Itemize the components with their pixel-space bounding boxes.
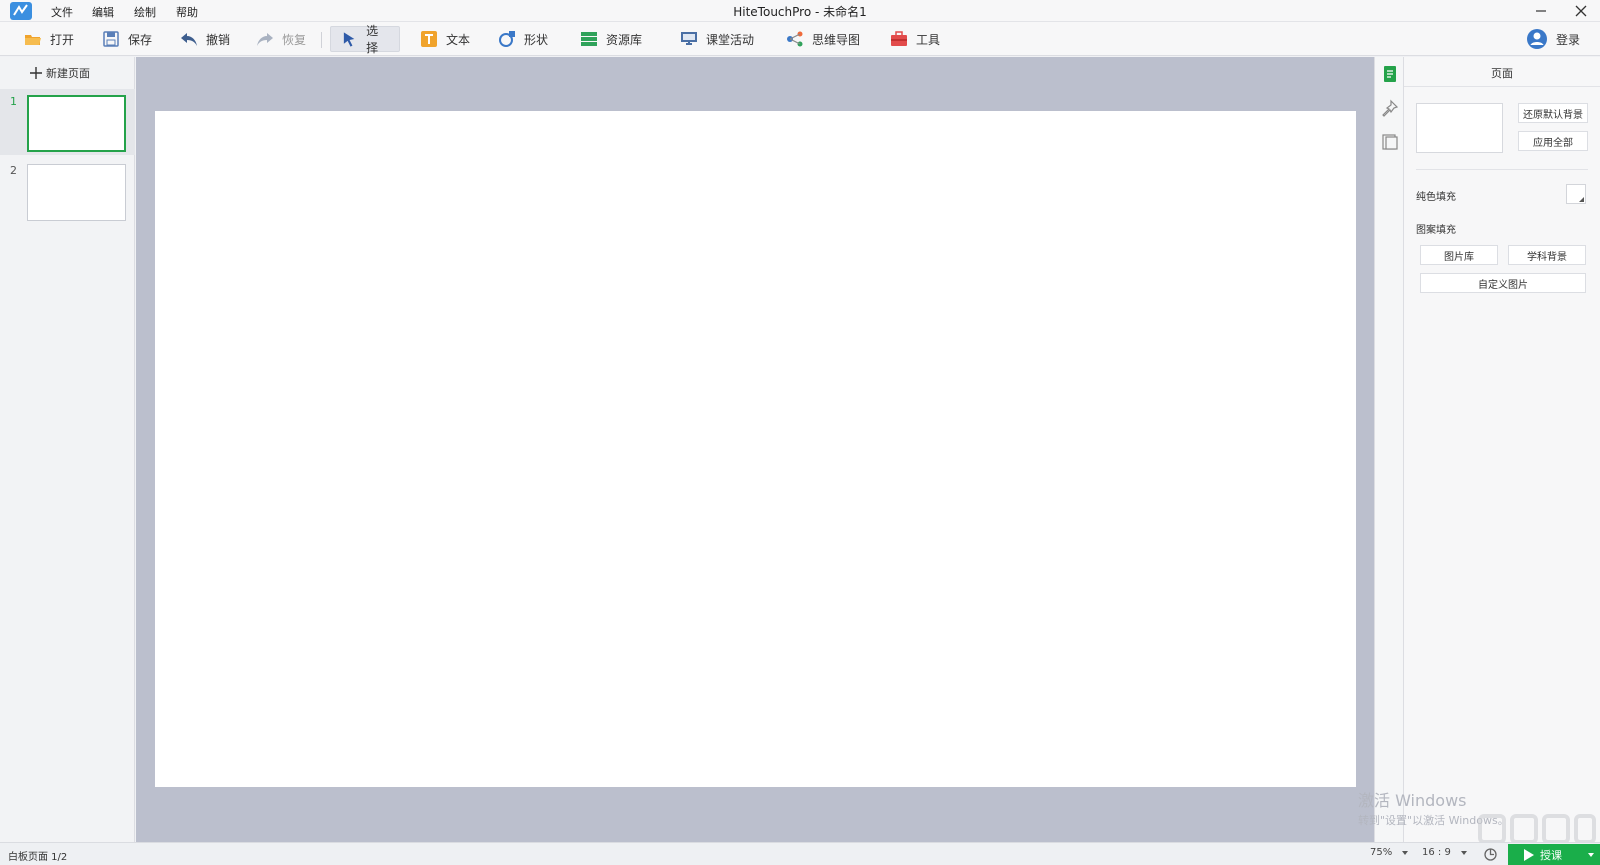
folder-icon — [25, 35, 41, 45]
cursor-icon — [343, 32, 355, 47]
undo-button[interactable]: 撤销 — [170, 26, 240, 52]
minimize-button[interactable] — [1526, 0, 1556, 22]
title-bar: 文件 编辑 绘制 帮助 HiteTouchPro - 未命名1 — [0, 0, 1600, 22]
status-bar: 白板页面 1/2 75% 16 : 9 授课 — [0, 842, 1600, 865]
page-number: 2 — [10, 164, 17, 177]
redo-icon — [257, 33, 273, 46]
new-page-button[interactable]: 新建页面 — [30, 63, 90, 83]
page-number: 1 — [10, 95, 17, 108]
login-label: 登录 — [1556, 32, 1581, 47]
teach-label: 授课 — [1540, 849, 1562, 862]
tools-label: 工具 — [916, 32, 941, 47]
page-thumbnail[interactable] — [27, 164, 126, 221]
solid-fill-color-picker[interactable] — [1566, 184, 1586, 204]
new-page-label: 新建页面 — [46, 67, 90, 80]
zoom-value: 75% — [1370, 847, 1393, 858]
page-thumbnail[interactable] — [27, 95, 126, 152]
minimize-icon — [1536, 10, 1546, 12]
toolbox-icon — [891, 31, 907, 46]
divider — [1404, 86, 1600, 87]
site-logo — [1478, 814, 1596, 844]
page-indicator: 白板页面 1/2 — [8, 852, 68, 863]
toolbar: 打开 保存 撤销 恢复 选择 文本 形状 资源库 课堂活动 思维导图 工具 登录 — [0, 22, 1600, 56]
properties-title: 页面 — [1491, 67, 1513, 80]
fullscreen-icon[interactable] — [1483, 847, 1498, 862]
subject-bg-button[interactable]: 学科背景 — [1508, 245, 1586, 265]
close-icon — [1575, 5, 1587, 17]
teach-button[interactable]: 授课 — [1508, 844, 1600, 865]
text-tool-button[interactable]: 文本 — [410, 26, 480, 52]
properties-panel: 页面 还原默认背景 应用全部 纯色填充 图案填充 图片库 学科背景 自定义图片 — [1404, 57, 1600, 842]
class-activity-icon — [681, 32, 697, 45]
resources-label: 资源库 — [606, 32, 643, 47]
background-preview — [1416, 103, 1503, 153]
toolbar-divider — [321, 32, 322, 48]
mind-map-button[interactable]: 思维导图 — [776, 26, 870, 52]
aspect-ratio-value: 16 : 9 — [1422, 847, 1451, 858]
pin-icon[interactable] — [1381, 99, 1399, 117]
tools-button[interactable]: 工具 — [880, 26, 950, 52]
page-thumbnail-row[interactable]: 2 — [0, 158, 135, 224]
class-activity-button[interactable]: 课堂活动 — [670, 26, 764, 52]
open-label: 打开 — [50, 32, 75, 47]
window-title: HiteTouchPro - 未命名1 — [733, 5, 867, 19]
side-icon-strip — [1374, 57, 1404, 842]
class-activity-label: 课堂活动 — [706, 32, 755, 47]
undo-icon — [181, 33, 197, 46]
select-label: 选择 — [366, 24, 379, 55]
solid-fill-label: 纯色填充 — [1416, 192, 1456, 203]
login-button[interactable]: 登录 — [1516, 26, 1590, 52]
custom-image-button[interactable]: 自定义图片 — [1420, 273, 1586, 293]
apply-all-button[interactable]: 应用全部 — [1518, 131, 1588, 151]
redo-button[interactable]: 恢复 — [246, 26, 316, 52]
user-avatar-icon — [1527, 29, 1547, 49]
shape-tool-button[interactable]: 形状 — [488, 26, 558, 52]
layers-icon[interactable] — [1381, 133, 1399, 151]
play-icon — [1524, 849, 1534, 861]
text-label: 文本 — [446, 32, 471, 47]
undo-label: 撤销 — [206, 32, 231, 47]
save-button[interactable]: 保存 — [92, 26, 162, 52]
mind-map-icon — [787, 31, 803, 47]
shape-icon — [499, 31, 515, 47]
menu-draw[interactable]: 绘制 — [134, 4, 156, 20]
resources-icon — [581, 32, 597, 46]
close-button[interactable] — [1566, 0, 1596, 22]
aspect-ratio-dropdown[interactable]: 16 : 9 — [1422, 847, 1467, 858]
canvas-area — [136, 57, 1374, 842]
text-icon — [421, 31, 437, 47]
plus-icon — [30, 67, 42, 79]
chevron-down-icon — [1460, 850, 1467, 855]
menu-file[interactable]: 文件 — [51, 4, 73, 20]
chevron-down-icon — [1402, 850, 1409, 855]
shape-label: 形状 — [524, 32, 549, 47]
divider — [1416, 169, 1588, 170]
zoom-dropdown[interactable]: 75% — [1370, 847, 1409, 858]
save-label: 保存 — [128, 32, 153, 47]
menu-help[interactable]: 帮助 — [176, 4, 198, 20]
menu-edit[interactable]: 编辑 — [92, 4, 114, 20]
restore-default-bg-button[interactable]: 还原默认背景 — [1518, 103, 1588, 123]
pages-panel: 新建页面 1 2 — [0, 57, 135, 842]
mind-map-label: 思维导图 — [812, 32, 861, 47]
chevron-down-icon[interactable] — [1588, 853, 1594, 857]
gallery-button[interactable]: 图片库 — [1420, 245, 1498, 265]
redo-label: 恢复 — [282, 32, 307, 47]
whiteboard-canvas[interactable] — [155, 111, 1356, 787]
page-settings-icon[interactable] — [1381, 65, 1399, 83]
resources-button[interactable]: 资源库 — [570, 26, 652, 52]
select-tool-button[interactable]: 选择 — [330, 24, 400, 55]
open-button[interactable]: 打开 — [14, 26, 84, 52]
save-icon — [103, 31, 119, 47]
pattern-fill-label: 图案填充 — [1416, 225, 1456, 236]
app-logo-icon — [10, 2, 32, 20]
page-thumbnail-row[interactable]: 1 — [0, 89, 135, 155]
